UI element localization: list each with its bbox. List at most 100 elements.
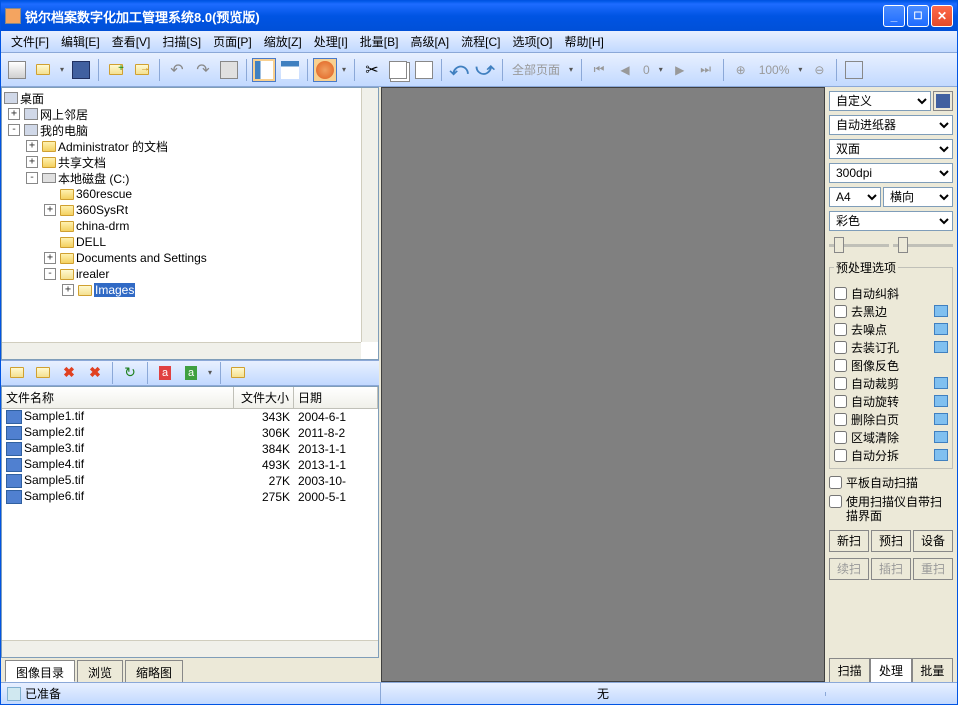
tree-desktop[interactable]: 桌面 — [20, 90, 44, 107]
file-row[interactable]: Sample2.tif306K2011-8-2 — [2, 425, 378, 441]
rescan-button[interactable]: 重扫 — [913, 558, 953, 580]
flatbed-checkbox[interactable] — [829, 476, 842, 489]
export-button[interactable]: → — [130, 58, 154, 82]
expand-icon[interactable]: + — [8, 108, 20, 120]
edit-button[interactable] — [217, 58, 241, 82]
file-row[interactable]: Sample6.tif275K2000-5-1 — [2, 489, 378, 505]
col-size[interactable]: 文件大小 — [234, 387, 294, 408]
save-button[interactable] — [69, 58, 93, 82]
tree-network[interactable]: 网上邻居 — [40, 106, 88, 123]
view-detail-button[interactable] — [278, 58, 302, 82]
open-button[interactable] — [31, 58, 55, 82]
menu-view[interactable]: 查看[V] — [106, 31, 157, 52]
menu-advanced[interactable]: 高级[A] — [404, 31, 455, 52]
copy-button[interactable] — [386, 58, 410, 82]
prep-checkbox[interactable] — [834, 341, 847, 354]
open-file-button[interactable] — [5, 361, 29, 385]
view-list-button[interactable] — [252, 58, 276, 82]
prep-checkbox[interactable] — [834, 359, 847, 372]
zoom-out-button[interactable]: ⊖ — [807, 58, 831, 82]
page-num-dropdown[interactable]: ▾ — [656, 58, 666, 82]
menu-file[interactable]: 文件[F] — [5, 31, 55, 52]
tree-folder[interactable]: Documents and Settings — [76, 251, 207, 265]
config-icon[interactable] — [934, 323, 948, 335]
up-button[interactable] — [226, 361, 250, 385]
dpi-select[interactable]: 300dpi — [829, 163, 953, 183]
tree-mycomputer[interactable]: 我的电脑 — [40, 122, 88, 139]
prep-checkbox[interactable] — [834, 305, 847, 318]
collapse-icon[interactable]: - — [8, 124, 20, 136]
add-file-button[interactable] — [31, 361, 55, 385]
preset-select[interactable]: 自定义 — [829, 91, 931, 111]
tree-images[interactable]: Images — [94, 283, 135, 297]
menu-page[interactable]: 页面[P] — [207, 31, 258, 52]
minimize-button[interactable] — [883, 5, 905, 27]
image-preview[interactable] — [381, 87, 825, 682]
scan-button[interactable] — [313, 58, 337, 82]
menu-flow[interactable]: 流程[C] — [455, 31, 506, 52]
expand-icon[interactable]: + — [44, 204, 56, 216]
collapse-icon[interactable]: - — [44, 268, 56, 280]
preview-scan-button[interactable]: 预扫 — [871, 530, 911, 552]
continue-scan-button[interactable]: 续扫 — [829, 558, 869, 580]
tree-scrollbar-v[interactable] — [361, 88, 378, 342]
scan-dropdown[interactable]: ▾ — [339, 58, 349, 82]
last-page-button[interactable]: ⏭ — [694, 58, 718, 82]
config-icon[interactable] — [934, 413, 948, 425]
import-button[interactable]: + — [104, 58, 128, 82]
orientation-select[interactable]: 横向 — [883, 187, 953, 207]
new-button[interactable] — [5, 58, 29, 82]
tab-thumbnail[interactable]: 缩略图 — [125, 660, 183, 682]
close-button[interactable] — [931, 5, 953, 27]
file-list[interactable]: 文件名称 文件大小 日期 Sample1.tif343K2004-6-1Samp… — [1, 386, 379, 659]
menu-help[interactable]: 帮助[H] — [559, 31, 610, 52]
zoom-dropdown[interactable]: ▾ — [795, 58, 805, 82]
tree-scrollbar-h[interactable] — [2, 342, 361, 359]
contrast-slider[interactable] — [893, 244, 953, 247]
file-row[interactable]: Sample3.tif384K2013-1-1 — [2, 441, 378, 457]
folder-tree[interactable]: 桌面 +网上邻居 -我的电脑 +Administrator 的文档 +共享文档 … — [1, 87, 379, 360]
cut-button[interactable]: ✂ — [360, 58, 384, 82]
col-date[interactable]: 日期 — [294, 387, 378, 408]
feeder-select[interactable]: 自动进纸器 — [829, 115, 953, 135]
tree-folder[interactable]: DELL — [76, 235, 106, 249]
tree-folder[interactable]: irealer — [76, 267, 109, 281]
tree-folder[interactable]: 360SysRt — [76, 203, 128, 217]
prep-checkbox[interactable] — [834, 287, 847, 300]
tree-folder[interactable]: china-drm — [76, 219, 129, 233]
prep-checkbox[interactable] — [834, 377, 847, 390]
toggle-dropdown[interactable]: ▾ — [205, 361, 215, 385]
config-icon[interactable] — [934, 341, 948, 353]
first-page-button[interactable]: ⏮ — [587, 58, 611, 82]
menu-scan[interactable]: 扫描[S] — [156, 31, 207, 52]
toggle-a-button[interactable]: a — [153, 361, 177, 385]
prep-checkbox[interactable] — [834, 431, 847, 444]
prep-checkbox[interactable] — [834, 413, 847, 426]
page-dropdown[interactable]: ▾ — [566, 58, 576, 82]
tab-image-dir[interactable]: 图像目录 — [5, 660, 75, 682]
menu-edit[interactable]: 编辑[E] — [55, 31, 106, 52]
config-icon[interactable] — [934, 305, 948, 317]
tree-folder[interactable]: 360rescue — [76, 187, 132, 201]
prep-checkbox[interactable] — [834, 449, 847, 462]
file-row[interactable]: Sample1.tif343K2004-6-1 — [2, 409, 378, 425]
tab-process[interactable]: 处理 — [870, 658, 911, 682]
collapse-icon[interactable]: - — [26, 172, 38, 184]
save-preset-button[interactable] — [933, 91, 953, 111]
prep-checkbox[interactable] — [834, 395, 847, 408]
config-icon[interactable] — [934, 377, 948, 389]
color-select[interactable]: 彩色 — [829, 211, 953, 231]
new-scan-button[interactable]: 新扫 — [829, 530, 869, 552]
toggle-b-button[interactable]: a — [179, 361, 203, 385]
redo-button[interactable]: ↷ — [191, 58, 215, 82]
menu-zoom[interactable]: 缩放[Z] — [258, 31, 308, 52]
expand-icon[interactable]: + — [44, 252, 56, 264]
expand-icon[interactable]: + — [62, 284, 74, 296]
file-row[interactable]: Sample4.tif493K2013-1-1 — [2, 457, 378, 473]
maximize-button[interactable] — [907, 5, 929, 27]
config-icon[interactable] — [934, 431, 948, 443]
expand-icon[interactable]: + — [26, 156, 38, 168]
undo-button[interactable]: ↶ — [165, 58, 189, 82]
tab-scan[interactable]: 扫描 — [829, 658, 870, 682]
file-row[interactable]: Sample5.tif27K2003-10- — [2, 473, 378, 489]
